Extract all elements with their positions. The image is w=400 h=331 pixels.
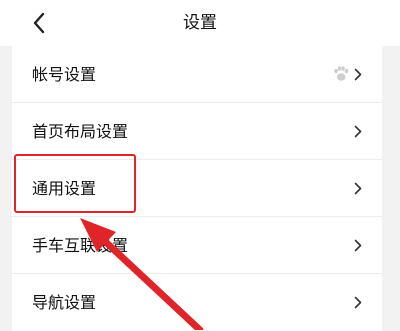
paw-icon (334, 66, 349, 81)
settings-item-account[interactable]: 帐号设置 (12, 46, 382, 103)
side-strip (382, 46, 400, 330)
chevron-right-icon (354, 182, 362, 195)
settings-item-car-connect[interactable]: 手车互联设置 (12, 217, 382, 274)
settings-item-label: 导航设置 (32, 293, 97, 312)
page-title: 设置 (183, 13, 217, 33)
header-bar: 设置 (0, 0, 400, 46)
settings-item-label: 帐号设置 (32, 65, 97, 84)
chevron-right-icon (354, 239, 362, 252)
chevron-right-icon (354, 296, 362, 309)
settings-item-label: 首页布局设置 (32, 122, 129, 141)
settings-item-label: 手车互联设置 (32, 236, 129, 255)
highlight-box (14, 154, 136, 213)
settings-item-navigation[interactable]: 导航设置 (12, 274, 382, 331)
settings-item-home-layout[interactable]: 首页布局设置 (12, 103, 382, 160)
chevron-right-icon (354, 125, 362, 138)
chevron-right-icon (354, 68, 362, 81)
